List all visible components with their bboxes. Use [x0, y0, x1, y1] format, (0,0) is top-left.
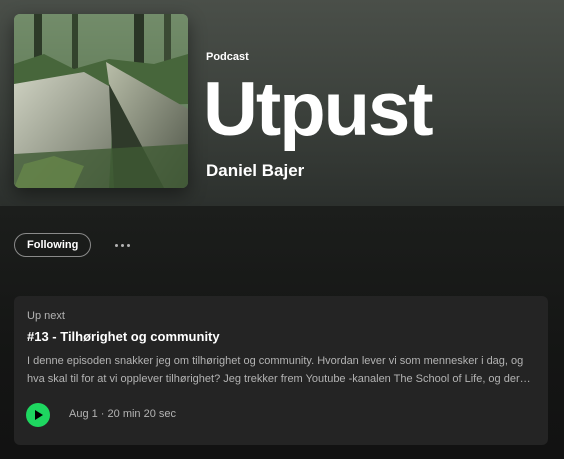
play-triangle [35, 410, 43, 420]
play-icon[interactable] [26, 403, 50, 427]
podcast-header: Podcast Utpust Daniel Bajer [0, 0, 564, 206]
podcast-title: Utpust [203, 67, 434, 152]
up-next-card[interactable]: Up next #13 - Tilhørighet og community I… [14, 296, 548, 445]
episode-duration: 20 min 20 sec [107, 408, 177, 420]
meta-separator: · [97, 408, 108, 420]
podcast-author[interactable]: Daniel Bajer [206, 161, 304, 181]
more-options-icon[interactable] [108, 236, 136, 254]
up-next-label: Up next [27, 310, 65, 322]
more-dot [126, 243, 130, 247]
episode-meta: Aug 1 · 20 min 20 sec [69, 408, 176, 420]
more-dot [120, 243, 124, 247]
more-dot [114, 243, 118, 247]
following-button[interactable]: Following [14, 233, 92, 257]
podcast-cover-art [14, 14, 188, 188]
episode-title[interactable]: #13 - Tilhørighet og community [27, 329, 220, 344]
episode-description: I denne episoden snakker jeg om tilhørig… [27, 355, 532, 385]
cover-image [14, 14, 188, 188]
episode-date: Aug 1 [69, 408, 98, 420]
